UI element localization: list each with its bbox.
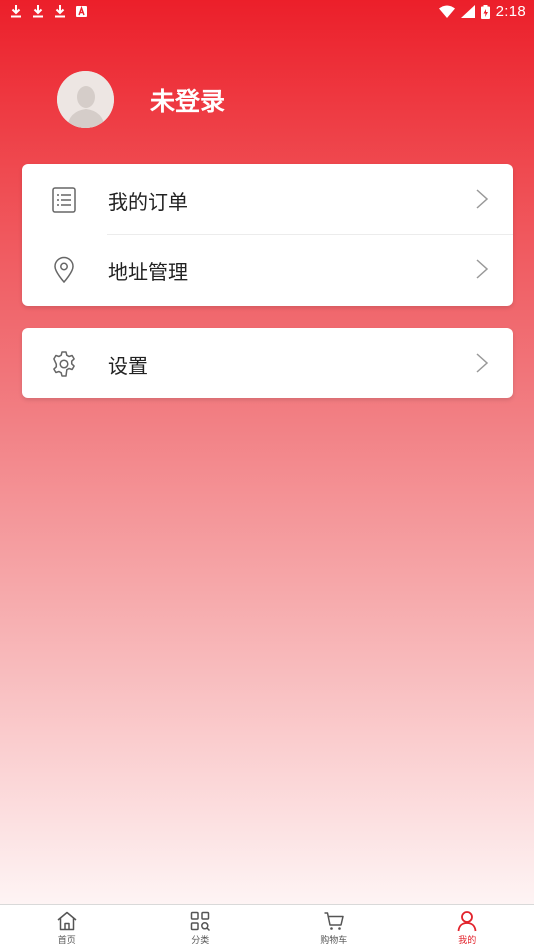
- status-system: 2:18: [438, 3, 526, 20]
- gear-icon: [53, 351, 75, 377]
- chevron-right-icon: [476, 353, 489, 373]
- download-icon: [55, 5, 65, 18]
- home-icon: [57, 911, 77, 931]
- download-icon: [33, 5, 43, 18]
- status-time: 2:18: [495, 3, 526, 20]
- menu-card-settings: 设置: [22, 328, 513, 398]
- tab-label: 购物车: [320, 936, 348, 946]
- location-pin-icon: [54, 256, 74, 284]
- profile-header[interactable]: 未登录: [57, 71, 225, 128]
- menu-item-label: 地址管理: [108, 260, 188, 284]
- chevron-right-icon: [476, 189, 489, 209]
- user-icon: [457, 911, 477, 932]
- menu-item-label: 设置: [108, 354, 148, 378]
- menu-card-orders-address: 我的订单 地址管理: [22, 164, 513, 306]
- status-notifications: [10, 4, 87, 18]
- tab-category[interactable]: 分类: [134, 905, 268, 950]
- a-icon: [76, 5, 87, 17]
- download-icon: [11, 5, 21, 18]
- bottom-tab-bar: 首页 分类 购物车 我的: [0, 904, 534, 950]
- status-bar: 2:18: [0, 0, 534, 24]
- tab-label: 我的: [458, 936, 477, 946]
- login-status-label[interactable]: 未登录: [150, 82, 225, 118]
- tab-cart[interactable]: 购物车: [267, 905, 401, 950]
- menu-item-settings[interactable]: 设置: [22, 328, 513, 398]
- tab-label: 首页: [57, 936, 76, 946]
- menu-item-my-orders[interactable]: 我的订单: [22, 164, 513, 234]
- avatar[interactable]: [57, 71, 114, 128]
- cart-icon: [324, 912, 344, 930]
- tab-mine[interactable]: 我的: [401, 905, 534, 950]
- tab-home[interactable]: 首页: [0, 905, 134, 950]
- tab-label: 分类: [191, 936, 210, 946]
- order-list-icon: [52, 187, 76, 213]
- menu-item-address-management[interactable]: 地址管理: [22, 234, 513, 304]
- signal-icon: [460, 5, 475, 18]
- menu-item-label: 我的订单: [108, 190, 188, 214]
- battery-icon: [480, 4, 490, 19]
- default-avatar-icon: [57, 71, 114, 128]
- chevron-right-icon: [476, 259, 489, 279]
- wifi-icon: [438, 5, 455, 18]
- category-icon: [191, 911, 211, 932]
